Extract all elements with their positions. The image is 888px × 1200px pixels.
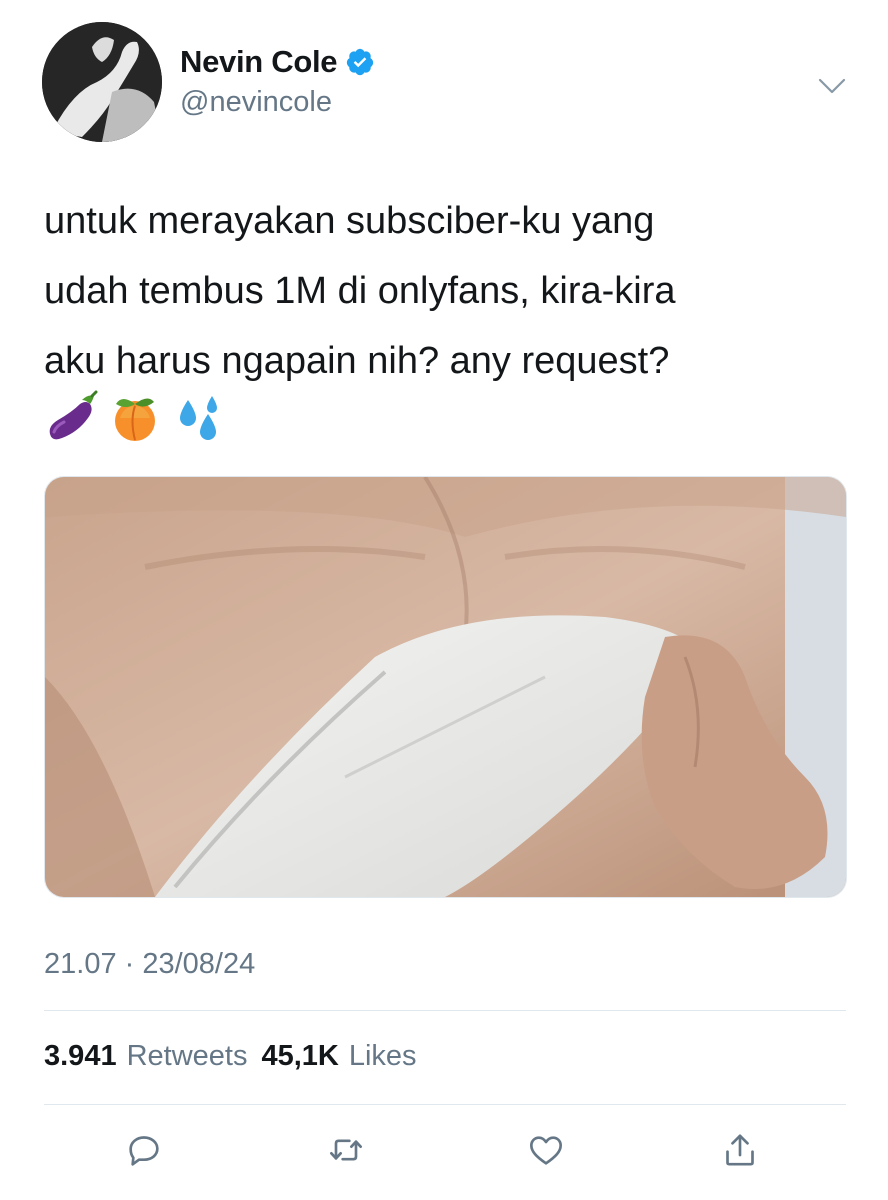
tweet-media-photo[interactable] <box>44 476 847 898</box>
tweet-text-line: udah tembus 1M di onlyfans, kira-kira <box>44 270 676 312</box>
tweet-timestamp[interactable]: 21.07 · 23/08/24 <box>44 948 255 981</box>
author-handle[interactable]: @nevincole <box>180 86 332 119</box>
eggplant-icon <box>44 390 98 444</box>
share-icon[interactable] <box>718 1128 762 1172</box>
reply-icon[interactable] <box>122 1128 166 1172</box>
retweets-label[interactable]: Retweets <box>127 1040 248 1073</box>
chevron-down-icon[interactable] <box>816 74 848 98</box>
verified-badge-icon <box>345 47 375 77</box>
divider <box>44 1104 846 1105</box>
tweet-stats: 3.941 Retweets 45,1K Likes <box>44 1040 421 1073</box>
peach-icon <box>108 390 162 444</box>
retweet-icon[interactable] <box>324 1128 368 1172</box>
likes-label[interactable]: Likes <box>349 1040 417 1073</box>
author-display-name[interactable]: Nevin Cole <box>180 44 338 80</box>
avatar-image <box>42 22 162 142</box>
avatar[interactable] <box>42 22 162 142</box>
tweet-action-bar <box>0 1128 888 1178</box>
likes-count[interactable]: 45,1K <box>261 1040 338 1073</box>
author-name-row[interactable]: Nevin Cole <box>180 44 375 80</box>
emoji-row <box>44 390 226 444</box>
tweet-text-line: untuk merayakan subsciber-ku yang <box>44 200 655 242</box>
photo-image <box>45 477 846 897</box>
sweat-droplets-icon <box>172 390 226 444</box>
like-icon[interactable] <box>524 1128 568 1172</box>
retweets-count[interactable]: 3.941 <box>44 1040 117 1073</box>
tweet-text-line: aku harus ngapain nih? any request? <box>44 340 670 382</box>
tweet-text: untuk merayakan subsciber-ku yang udah t… <box>44 186 844 396</box>
divider <box>44 1010 846 1011</box>
